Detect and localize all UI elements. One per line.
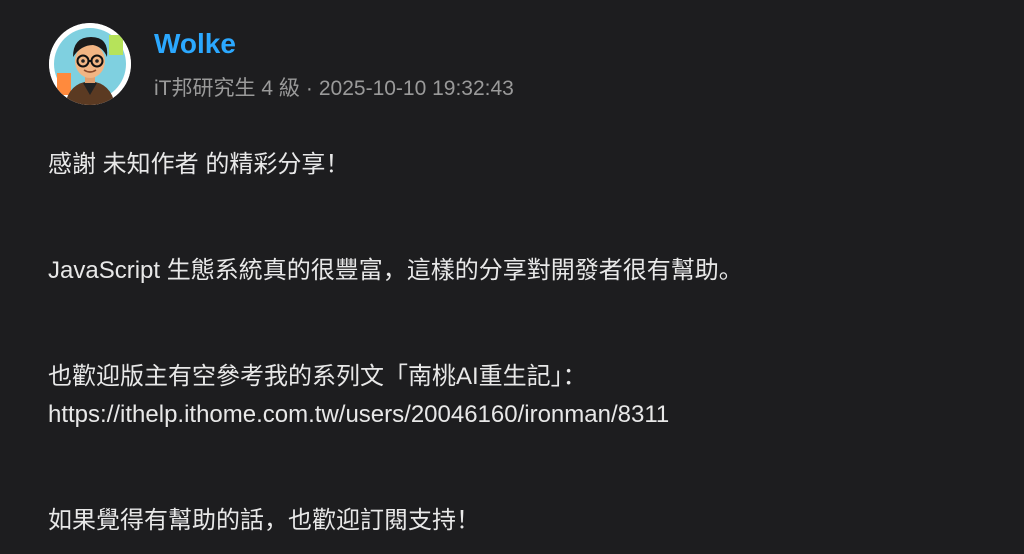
comment-line-subscribe: 如果覺得有幫助的話，也歡迎訂閱支持！ xyxy=(48,507,480,534)
comment-meta: iT邦研究生 4 級 · 2025-10-10 19:32:43 xyxy=(154,74,514,104)
author-title: iT邦研究生 xyxy=(154,77,256,100)
series-link[interactable]: https://ithelp.ithome.com.tw/users/20046… xyxy=(48,401,669,428)
comment-line-ecosystem: JavaScript 生態系統真的很豐富，這樣的分享對開發者很有幫助。 xyxy=(48,257,743,284)
comment-line-series: 也歡迎版主有空參考我的系列文「南桃AI重生記」： xyxy=(48,363,587,390)
comment-timestamp: 2025-10-10 19:32:43 xyxy=(318,77,514,100)
cartoon-avatar-icon xyxy=(49,23,131,105)
author-level: 4 級 xyxy=(261,77,300,100)
avatar[interactable] xyxy=(49,23,131,105)
comment-body: 感謝 未知作者 的精彩分享！ JavaScript 生態系統真的很豐富，這樣的分… xyxy=(48,146,1008,540)
comment-line-thanks: 感謝 未知作者 的精彩分享！ xyxy=(48,151,350,178)
meta-separator: · xyxy=(305,77,313,100)
author-name-link[interactable]: Wolke xyxy=(154,26,236,62)
